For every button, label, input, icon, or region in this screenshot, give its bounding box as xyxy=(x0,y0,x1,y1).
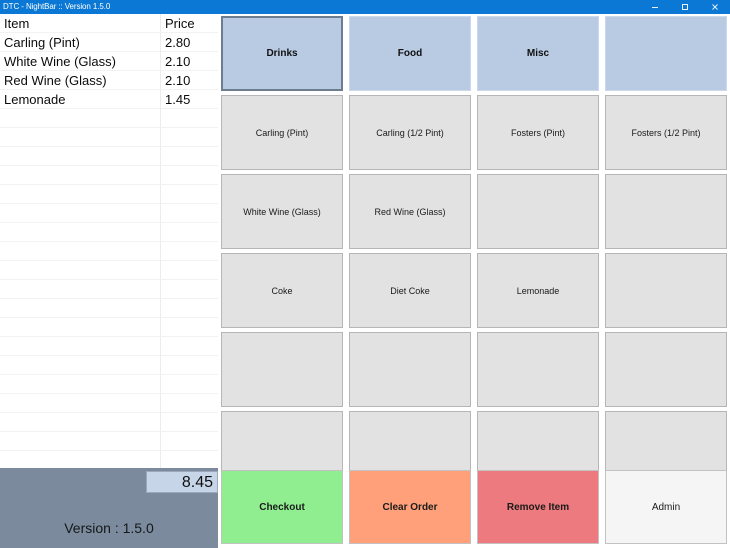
action-button-label: Checkout xyxy=(259,501,305,513)
maximize-icon[interactable] xyxy=(670,0,700,14)
product-button-lemonade[interactable]: Lemonade xyxy=(477,253,599,328)
clear-order-button[interactable]: Clear Order xyxy=(349,470,471,544)
order-list-empty-row[interactable] xyxy=(0,337,218,356)
product-button-label: Carling (Pint) xyxy=(255,127,309,138)
total-panel: 8.45 Version : 1.5.0 xyxy=(0,468,218,548)
order-list-empty-row[interactable] xyxy=(0,166,218,185)
product-button-label: Lemonade xyxy=(516,285,560,296)
order-list-empty-row[interactable] xyxy=(0,204,218,223)
product-button-empty-12[interactable] xyxy=(221,332,343,407)
order-row-item: Lemonade xyxy=(4,92,66,107)
order-list-row[interactable]: Lemonade 1.45 xyxy=(0,90,218,109)
close-icon[interactable] xyxy=(700,0,730,14)
order-list-empty-row[interactable] xyxy=(0,185,218,204)
order-list-empty-row[interactable] xyxy=(0,242,218,261)
category-tab-misc[interactable]: Misc xyxy=(477,16,599,91)
order-list-row[interactable]: Carling (Pint) 2.80 xyxy=(0,33,218,52)
product-button-coke[interactable]: Coke xyxy=(221,253,343,328)
order-list-empty-row[interactable] xyxy=(0,147,218,166)
action-button-row: Checkout Clear Order Remove Item Admin xyxy=(218,468,730,546)
order-row-item: Item xyxy=(4,16,30,31)
remove-item-button[interactable]: Remove Item xyxy=(477,470,599,544)
product-button-empty-7[interactable] xyxy=(605,174,727,249)
order-row-item: Carling (Pint) xyxy=(4,35,80,50)
category-tab-drinks[interactable]: Drinks xyxy=(221,16,343,91)
minimize-icon[interactable] xyxy=(640,0,670,14)
category-tab-label: Drinks xyxy=(266,48,298,59)
order-list-empty-row[interactable] xyxy=(0,280,218,299)
order-list-empty-row[interactable] xyxy=(0,375,218,394)
button-panel: Drinks Food Misc Carling (Pint) Carling (1/… xyxy=(218,14,730,548)
category-tab-label: Food xyxy=(397,48,423,59)
order-total-value: 8.45 xyxy=(146,471,218,493)
order-list-empty-row[interactable] xyxy=(0,318,218,337)
order-row-price: 2.10 xyxy=(165,73,191,88)
category-tab-empty-3[interactable] xyxy=(605,16,727,91)
order-list-empty-row[interactable] xyxy=(0,261,218,280)
action-button-label: Clear Order xyxy=(382,501,438,513)
product-button-label: Carling (1/2 Pint) xyxy=(376,127,444,138)
version-label: Version : 1.5.0 xyxy=(64,520,154,536)
order-list-header-row[interactable]: Item Price xyxy=(0,14,218,33)
order-list-empty-row[interactable] xyxy=(0,356,218,375)
product-button-label: Diet Coke xyxy=(390,285,430,296)
order-list-row[interactable]: Red Wine (Glass) 2.10 xyxy=(0,71,218,90)
product-button-white-wine-glass[interactable]: White Wine (Glass) xyxy=(221,174,343,249)
product-button-empty-6[interactable] xyxy=(477,174,599,249)
checkout-button[interactable]: Checkout xyxy=(221,470,343,544)
category-tab-label: Misc xyxy=(526,48,550,59)
order-list-empty-row[interactable] xyxy=(0,223,218,242)
action-button-label: Remove Item xyxy=(506,501,570,513)
order-list-empty-row[interactable] xyxy=(0,394,218,413)
product-button-grid: Carling (Pint) Carling (1/2 Pint) Fosters … xyxy=(218,93,730,488)
product-button-label: Fosters (1/2 Pint) xyxy=(631,127,701,138)
admin-button[interactable]: Admin xyxy=(605,470,727,544)
order-row-price: 2.80 xyxy=(165,35,191,50)
order-list-empty-row[interactable] xyxy=(0,432,218,451)
product-button-label: White Wine (Glass) xyxy=(243,206,321,217)
order-row-item: White Wine (Glass) xyxy=(4,54,116,69)
product-button-empty-13[interactable] xyxy=(349,332,471,407)
order-list-row[interactable]: White Wine (Glass) 2.10 xyxy=(0,52,218,71)
order-row-item: Red Wine (Glass) xyxy=(4,73,107,88)
order-list-empty-row[interactable] xyxy=(0,128,218,147)
product-button-carling-1-2-pint[interactable]: Carling (1/2 Pint) xyxy=(349,95,471,170)
order-list-empty-row[interactable] xyxy=(0,109,218,128)
product-button-carling-pint[interactable]: Carling (Pint) xyxy=(221,95,343,170)
product-button-diet-coke[interactable]: Diet Coke xyxy=(349,253,471,328)
pos-application-window: DTC - NightBar :: Version 1.5.0 Item Pric… xyxy=(0,0,730,548)
product-button-label: Fosters (Pint) xyxy=(510,127,565,138)
order-list-empty-row[interactable] xyxy=(0,451,218,468)
order-list-panel[interactable]: Item Price Carling (Pint) 2.80 White Wine (G… xyxy=(0,14,218,468)
order-row-price: 1.45 xyxy=(165,92,191,107)
product-button-fosters-1-2-pint[interactable]: Fosters (1/2 Pint) xyxy=(605,95,727,170)
window-title: DTC - NightBar :: Version 1.5.0 xyxy=(3,2,111,11)
product-button-label: Red Wine (Glass) xyxy=(374,206,446,217)
order-row-price: 2.10 xyxy=(165,54,191,69)
product-button-empty-14[interactable] xyxy=(477,332,599,407)
category-tab-food[interactable]: Food xyxy=(349,16,471,91)
product-button-red-wine-glass[interactable]: Red Wine (Glass) xyxy=(349,174,471,249)
product-button-label: Coke xyxy=(271,285,293,296)
product-button-empty-11[interactable] xyxy=(605,253,727,328)
action-button-label: Admin xyxy=(651,501,681,513)
product-button-fosters-pint[interactable]: Fosters (Pint) xyxy=(477,95,599,170)
title-bar: DTC - NightBar :: Version 1.5.0 xyxy=(0,0,730,14)
category-tab-row: Drinks Food Misc xyxy=(218,14,730,93)
product-button-empty-15[interactable] xyxy=(605,332,727,407)
order-row-price: Price xyxy=(165,16,195,31)
order-list-empty-row[interactable] xyxy=(0,413,218,432)
order-list-rows: Item Price Carling (Pint) 2.80 White Wine (G… xyxy=(0,14,218,468)
order-list-empty-row[interactable] xyxy=(0,299,218,318)
window-controls xyxy=(640,0,730,14)
